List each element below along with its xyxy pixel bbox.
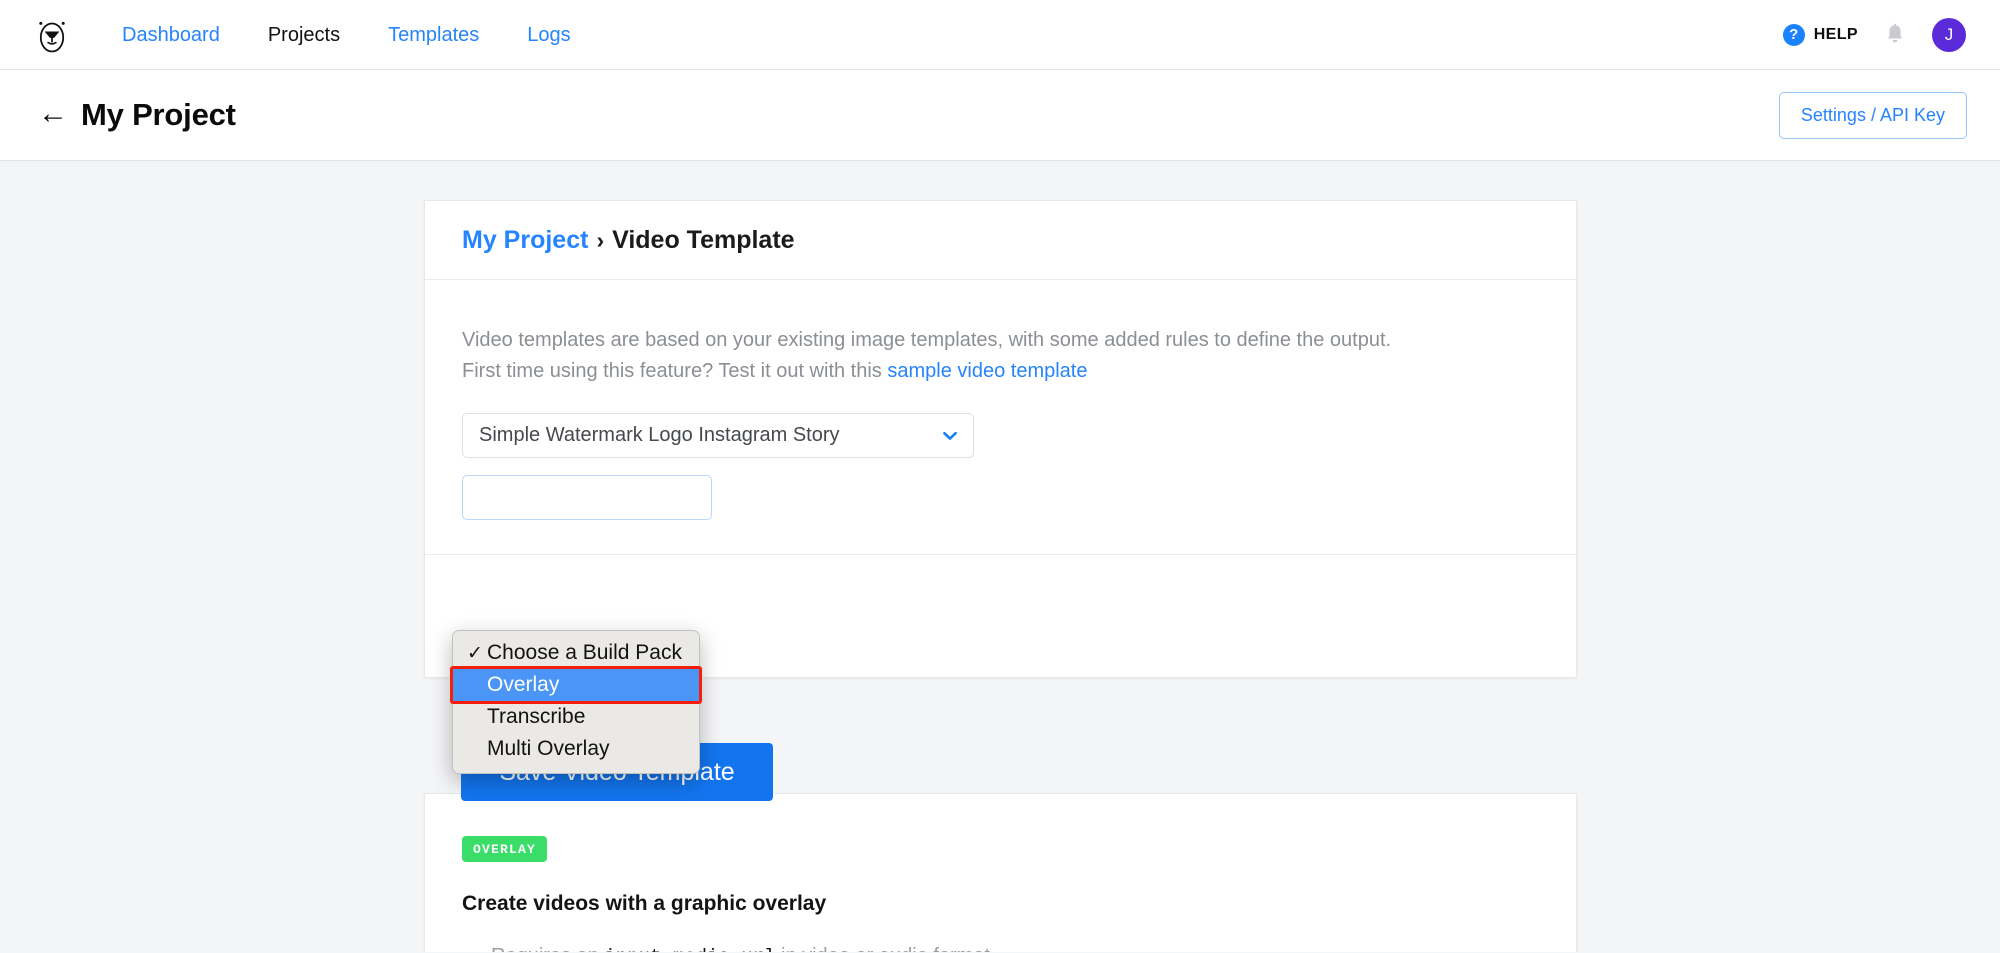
breadcrumb: My Project › Video Template	[425, 201, 1576, 280]
video-template-card: My Project › Video Template Video templa…	[424, 200, 1577, 678]
settings-api-key-button[interactable]: Settings / API Key	[1778, 91, 1967, 139]
breadcrumb-current-video-template: Video Template	[612, 225, 795, 254]
dropdown-option-label: Choose a Build Pack	[487, 641, 682, 664]
help-label: HELP	[1813, 25, 1858, 43]
bell-glyph	[1887, 23, 1903, 42]
checkmark-icon: ✓	[467, 642, 483, 664]
nav-link-templates[interactable]: Templates	[364, 0, 503, 70]
image-template-select-value: Simple Watermark Logo Instagram Story	[479, 424, 840, 446]
back-arrow-icon[interactable]: ←	[38, 98, 68, 129]
card-section-divider	[425, 554, 1576, 555]
top-navigation-bar: Dashboard Projects Templates Logs ? HELP…	[0, 0, 2000, 70]
dropdown-option-label: Overlay	[487, 673, 560, 696]
bullet-text-pre: Requires an	[491, 945, 604, 952]
bullet-text-post: in video or audio format	[775, 945, 990, 952]
status-badge: OVERLAY	[462, 836, 548, 862]
overlay-feature-list: Requires an input_media_url in video or …	[462, 936, 1539, 952]
help-question-icon: ?	[1782, 23, 1805, 46]
video-template-card-body: Video templates are based on your existi…	[425, 280, 1576, 520]
image-template-select[interactable]: Simple Watermark Logo Instagram Story	[462, 413, 974, 458]
dropdown-option-label: Multi Overlay	[487, 737, 610, 760]
overlay-card-title: Create videos with a graphic overlay	[462, 892, 827, 915]
primary-nav-links: Dashboard Projects Templates Logs	[98, 0, 595, 70]
dropdown-option-transcribe[interactable]: Transcribe	[453, 701, 699, 733]
nav-link-dashboard[interactable]: Dashboard	[98, 0, 244, 70]
dropdown-option-choose-a-build-pack[interactable]: ✓ Choose a Build Pack	[453, 637, 699, 669]
build-pack-select[interactable]	[462, 475, 712, 520]
nav-link-logs[interactable]: Logs	[503, 0, 594, 70]
description-line-1: Video templates are based on your existi…	[462, 329, 1392, 351]
app-logo[interactable]	[30, 13, 74, 57]
notifications-bell-icon[interactable]	[1884, 23, 1906, 47]
bullet-code: input_media_url	[604, 946, 775, 952]
nav-link-projects[interactable]: Projects	[244, 0, 364, 70]
sample-video-template-link[interactable]: sample video template	[887, 360, 1087, 382]
breadcrumb-separator-icon: ›	[596, 226, 605, 253]
list-item: Requires an input_media_url in video or …	[462, 936, 1539, 952]
help-button[interactable]: ? HELP	[1782, 23, 1858, 46]
description-line-2: First time using this feature? Test it o…	[462, 356, 1539, 387]
dropdown-option-label: Transcribe	[487, 705, 586, 728]
build-pack-dropdown-menu[interactable]: ✓ Choose a Build Pack Overlay Transcribe…	[450, 630, 702, 774]
description-line-2-text: First time using this feature? Test it o…	[462, 360, 888, 382]
breadcrumb-link-my-project[interactable]: My Project	[462, 226, 588, 255]
dropdown-option-overlay[interactable]: Overlay	[453, 669, 699, 701]
page-title: My Project	[81, 97, 236, 132]
chevron-down-icon	[943, 431, 957, 440]
main-content-area: My Project › Video Template Video templa…	[0, 161, 2000, 952]
nav-right-cluster: ? HELP J	[1782, 17, 1972, 52]
overlay-card-body: OVERLAY Create videos with a graphic ove…	[425, 794, 1576, 952]
dropdown-option-multi-overlay[interactable]: Multi Overlay	[453, 733, 699, 765]
bannerbear-logo-icon	[39, 21, 65, 52]
project-header-bar: ← My Project Settings / API Key	[0, 70, 2000, 161]
overlay-build-pack-info-card: OVERLAY Create videos with a graphic ove…	[424, 793, 1577, 952]
user-avatar[interactable]: J	[1932, 17, 1966, 52]
